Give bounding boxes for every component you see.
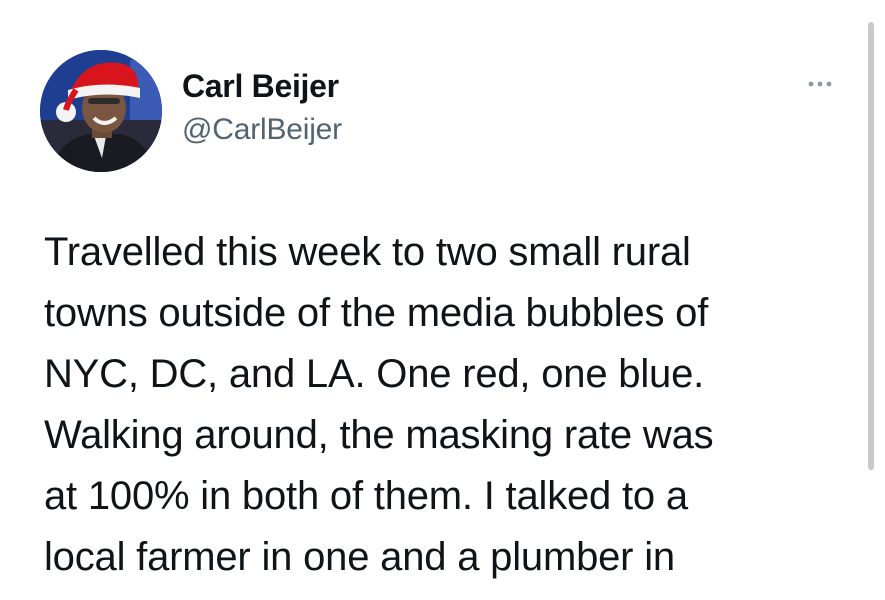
tweet-text-line: NYC, DC, and LA. One red, one blue. xyxy=(44,352,705,396)
tweet-text-line: towns outside of the media bubbles of xyxy=(44,291,709,335)
tweet-text-line: Travelled this week to two small rural xyxy=(44,230,691,274)
avatar[interactable] xyxy=(40,50,162,172)
tweet-text: Travelled this week to two small rural t… xyxy=(44,222,859,588)
author-handle[interactable]: @CarlBeijer xyxy=(182,111,342,149)
avatar-image xyxy=(40,50,162,172)
more-horizontal-icon xyxy=(808,81,832,87)
scrollbar[interactable] xyxy=(868,22,874,470)
author-name[interactable]: Carl Beijer xyxy=(182,66,339,106)
tweet-text-line: local farmer in one and a plumber in xyxy=(44,535,675,579)
tweet-card: Carl Beijer @CarlBeijer Travelled this w… xyxy=(0,0,885,600)
tweet-text-line: at 100% in both of them. I talked to a xyxy=(44,474,688,518)
tweet-text-line: Walking around, the masking rate was xyxy=(44,413,714,457)
more-options-button[interactable] xyxy=(800,72,840,96)
